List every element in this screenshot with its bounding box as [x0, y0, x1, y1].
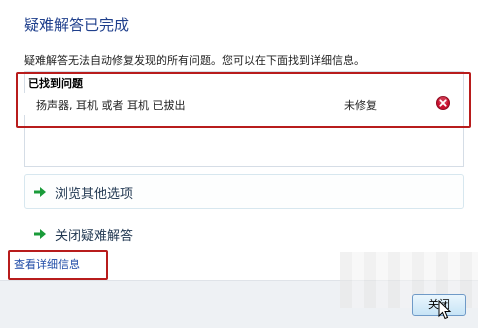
mouse-cursor-icon: [438, 300, 452, 320]
result-description: 疑难解答无法自动修复发现的所有问题。您可以在下面找到详细信息。: [24, 54, 365, 67]
browse-options-button[interactable]: 浏览其他选项: [24, 174, 464, 209]
green-arrow-icon: [34, 229, 46, 239]
page-title: 疑难解答已完成: [24, 16, 130, 34]
close-troubleshooter-label: 关闭疑难解答: [55, 229, 134, 244]
close-troubleshooter-button[interactable]: 关闭疑难解答: [24, 216, 464, 251]
highlight-outline-details: [8, 250, 108, 280]
browse-options-label: 浏览其他选项: [55, 187, 134, 202]
green-arrow-icon: [34, 187, 46, 197]
highlight-outline-problems: [16, 72, 471, 128]
